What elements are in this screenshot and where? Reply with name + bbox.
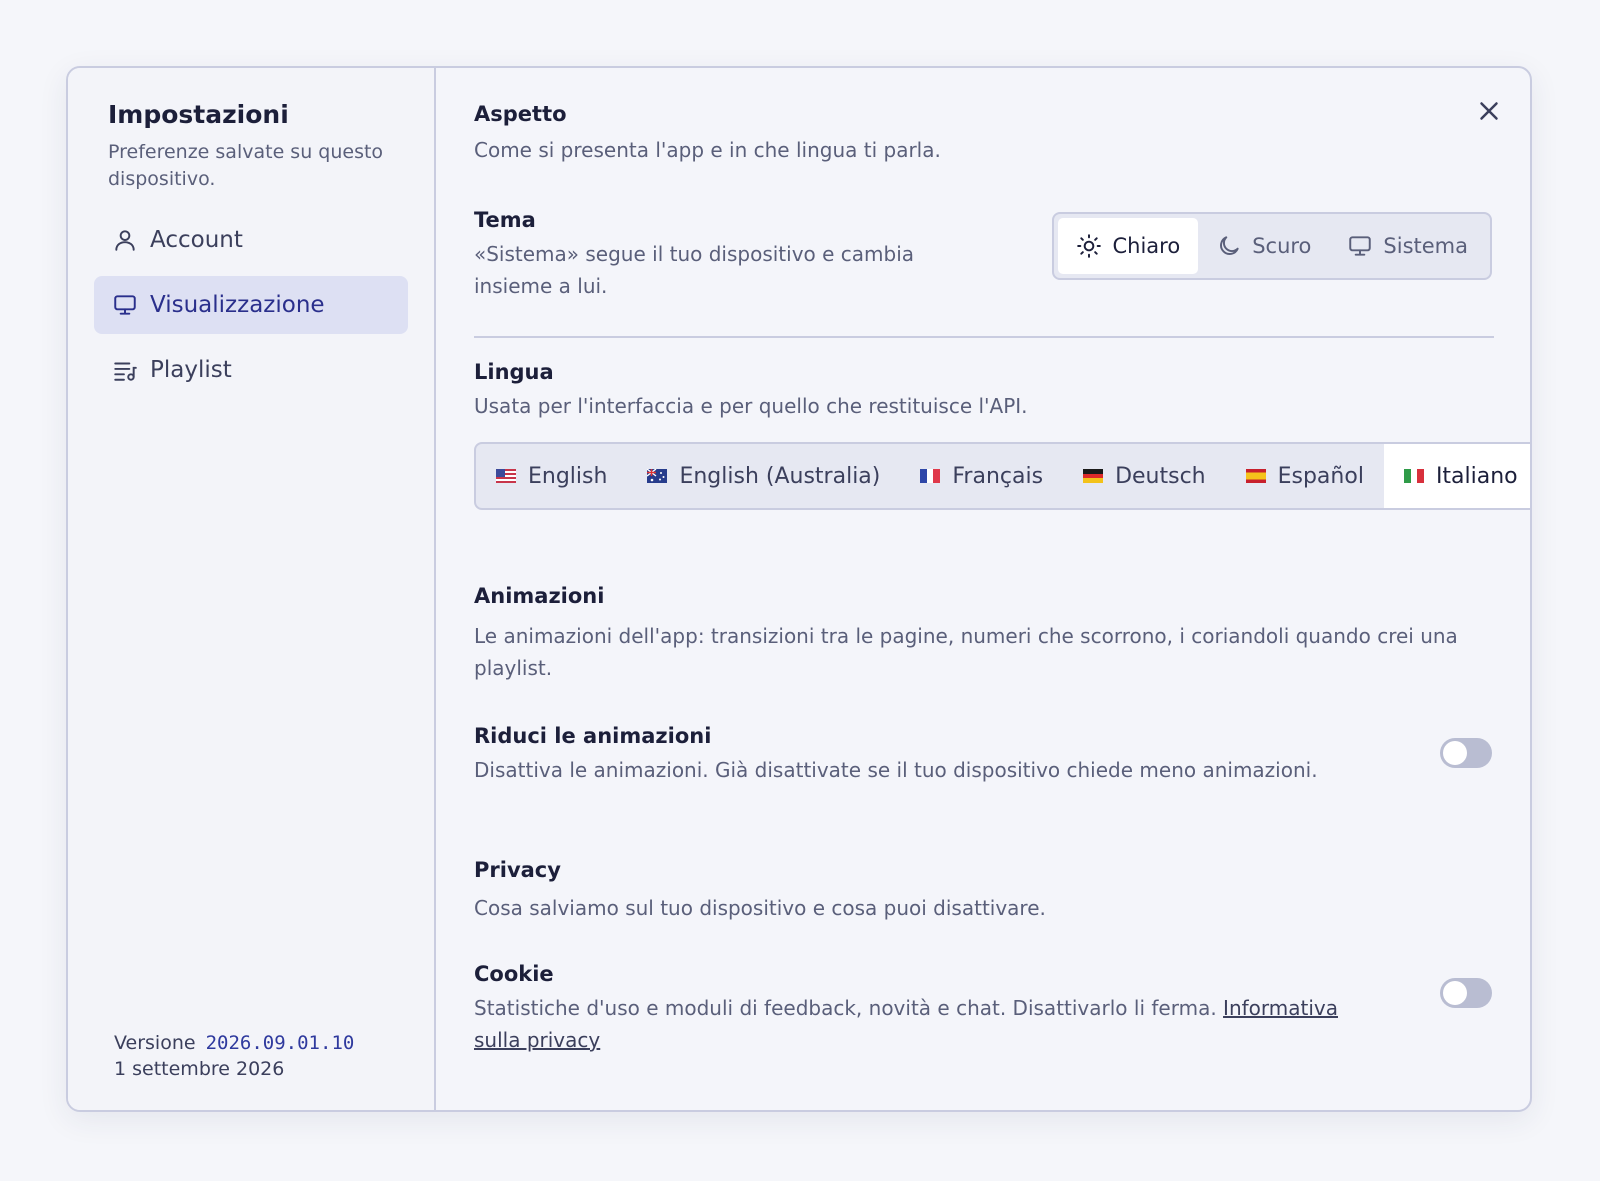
au-flag-icon: [647, 469, 668, 483]
user-icon: [115, 230, 135, 251]
language-option-fr[interactable]: Français: [900, 444, 1063, 508]
privacy-description: Cosa salviamo sul tuo dispositivo e cosa…: [474, 896, 1046, 920]
theme-title: Tema: [474, 208, 536, 232]
version-label: Versione: [114, 1032, 196, 1054]
playlist-icon: [114, 362, 137, 381]
monitor-icon: [1349, 236, 1372, 256]
settings-sidebar: Impostazioni Preferenze salvate su quest…: [68, 68, 436, 1110]
version-code: 2026.09.01.10: [205, 1032, 355, 1054]
sidebar-item-playlist[interactable]: Playlist: [94, 341, 408, 399]
theme-option-label: Sistema: [1383, 234, 1468, 258]
language-option-de[interactable]: Deutsch: [1063, 444, 1226, 508]
appearance-title: Aspetto: [474, 102, 567, 126]
theme-row: Tema «Sistema» segue il tuo dispositivo …: [474, 208, 1492, 302]
language-title: Lingua: [474, 360, 554, 384]
language-option-label: English: [528, 463, 608, 489]
settings-nav: Account Visualizzazione Playlist: [94, 211, 408, 399]
sidebar-item-label: Visualizzazione: [150, 292, 325, 318]
sidebar-item-visualizzazione[interactable]: Visualizzazione: [94, 276, 408, 334]
theme-option-dark[interactable]: Scuro: [1198, 218, 1329, 274]
reduce-animations-toggle[interactable]: [1440, 738, 1492, 768]
sidebar-item-label: Account: [150, 227, 243, 253]
sun-icon: [1077, 234, 1102, 258]
theme-option-system[interactable]: Sistema: [1329, 218, 1486, 274]
language-option-label: Deutsch: [1115, 463, 1206, 489]
theme-selector: Chiaro Scuro Sistema: [1052, 212, 1492, 280]
sidebar-item-account[interactable]: Account: [94, 211, 408, 269]
cookie-description: Statistiche d'uso e moduli di feedback, …: [474, 996, 1217, 1020]
reduce-animations-description: Disattiva le animazioni. Già disattivate…: [474, 758, 1318, 782]
close-icon: [1480, 102, 1498, 120]
reduce-animations-row: Riduci le animazioni Disattiva le animaz…: [474, 724, 1492, 786]
sidebar-title: Impostazioni: [108, 100, 289, 129]
cookie-row: Cookie Statistiche d'uso e moduli di fee…: [474, 962, 1492, 1056]
theme-option-light[interactable]: Chiaro: [1058, 218, 1199, 274]
es-flag-icon: [1245, 469, 1266, 483]
language-option-label: English (Australia): [679, 463, 881, 489]
theme-option-label: Chiaro: [1112, 234, 1181, 258]
cookie-description-block: Statistiche d'uso e moduli di feedback, …: [474, 992, 1374, 1056]
monitor-icon: [114, 295, 136, 315]
language-option-es[interactable]: Español: [1226, 444, 1384, 508]
privacy-title: Privacy: [474, 858, 561, 882]
language-option-label: Español: [1277, 463, 1364, 489]
cookie-toggle[interactable]: [1440, 978, 1492, 1008]
appearance-description: Come si presenta l'app e in che lingua t…: [474, 138, 941, 162]
cookie-title: Cookie: [474, 962, 554, 986]
version-info: Versione 2026.09.01.10 1 settembre 2026: [94, 1030, 408, 1082]
language-option-label: Français: [952, 463, 1044, 489]
reduce-animations-title: Riduci le animazioni: [474, 724, 712, 748]
version-date: 1 settembre 2026: [114, 1058, 285, 1080]
language-selector: English English (Australia) Français Deu…: [474, 442, 1530, 510]
language-option-en[interactable]: English: [476, 444, 627, 508]
language-option-label: Italiano: [1435, 463, 1518, 489]
language-description: Usata per l'interfaccia e per quello che…: [474, 394, 1028, 418]
us-flag-icon: [496, 469, 516, 483]
settings-dialog: Impostazioni Preferenze salvate su quest…: [66, 66, 1532, 1112]
language-option-en-au[interactable]: English (Australia): [627, 444, 900, 508]
animations-description: Le animazioni dell'app: transizioni tra …: [474, 624, 1458, 680]
moon-icon: [1220, 236, 1239, 255]
theme-description: «Sistema» segue il tuo dispositivo e cam…: [474, 242, 915, 298]
de-flag-icon: [1083, 469, 1104, 483]
close-button[interactable]: [1474, 96, 1504, 126]
settings-content: Aspetto Come si presenta l'app e in che …: [436, 68, 1530, 1110]
sidebar-subtitle: Preferenze salvate su questo dispositivo…: [108, 141, 384, 190]
theme-option-label: Scuro: [1252, 234, 1312, 258]
section-divider: [474, 336, 1494, 338]
language-option-it[interactable]: Italiano: [1383, 444, 1530, 508]
sidebar-item-label: Playlist: [150, 357, 232, 383]
animations-title: Animazioni: [474, 584, 605, 608]
it-flag-icon: [1403, 469, 1424, 483]
fr-flag-icon: [920, 469, 941, 483]
